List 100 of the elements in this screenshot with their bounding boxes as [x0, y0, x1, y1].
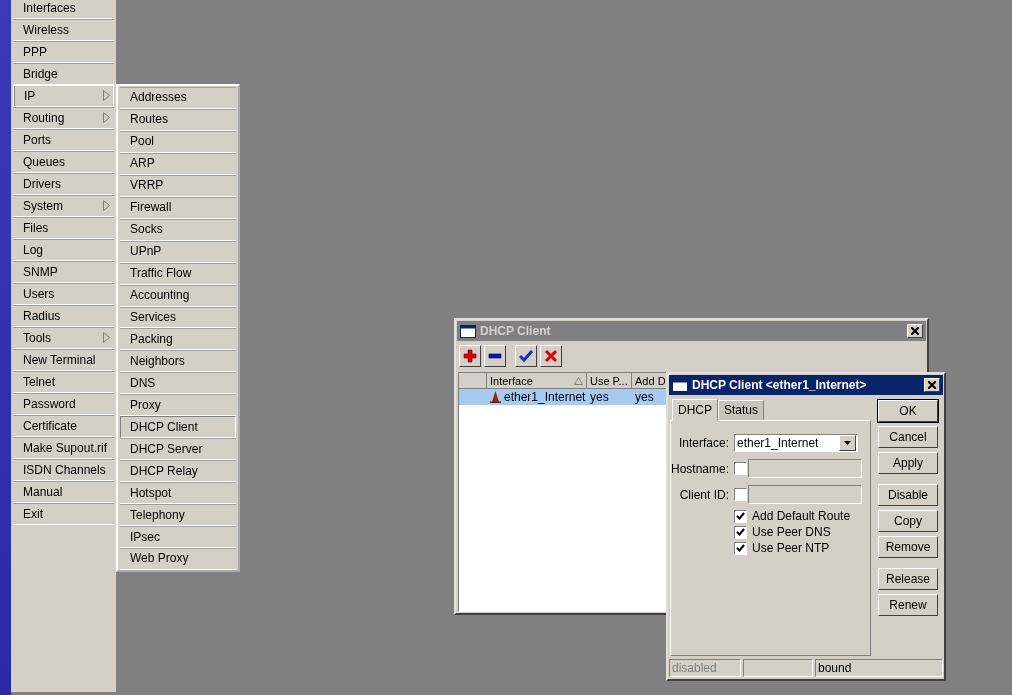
close-icon — [911, 327, 919, 335]
menu-item[interactable]: Ports — [13, 129, 114, 151]
window-icon — [460, 324, 476, 338]
menu-item[interactable]: Wireless — [13, 19, 114, 41]
menu-item[interactable]: UPnP — [120, 240, 236, 263]
close-icon — [928, 381, 936, 389]
checkbox[interactable] — [734, 541, 747, 555]
input-field[interactable] — [748, 485, 862, 504]
dialog-button[interactable]: Cancel — [878, 426, 938, 448]
submenu-arrow-icon — [103, 90, 110, 101]
menu-item[interactable]: Files — [13, 217, 114, 239]
window-icon — [672, 378, 688, 392]
menu-item[interactable]: Services — [120, 306, 236, 329]
menu-item[interactable]: DHCP Server — [120, 438, 236, 461]
menu-item[interactable]: Manual — [13, 481, 114, 503]
remove-button[interactable] — [484, 345, 506, 367]
menu-item[interactable]: Routes — [120, 108, 236, 131]
menu-item[interactable]: Drivers — [13, 173, 114, 195]
dialog-button[interactable]: OK — [878, 400, 938, 422]
menu-item[interactable]: Password — [13, 393, 114, 415]
menu-item[interactable]: Traffic Flow — [120, 262, 236, 285]
close-button[interactable] — [907, 324, 923, 338]
menu-item[interactable]: ARP — [120, 152, 236, 175]
field-label: Client ID: — [678, 487, 729, 502]
check-icon — [519, 349, 533, 363]
menu-item[interactable]: Web Proxy — [120, 548, 236, 570]
menu-item[interactable]: Routing — [13, 107, 114, 129]
window-title: DHCP Client — [480, 324, 552, 338]
status-text: bound — [815, 659, 943, 677]
cross-button[interactable] — [540, 345, 562, 367]
menu-item[interactable]: Log — [13, 239, 114, 261]
interface-dropdown[interactable]: ether1_Internet — [734, 434, 858, 452]
dialog-button[interactable]: Renew — [878, 594, 938, 616]
menu-item[interactable]: Socks — [120, 218, 236, 241]
submenu-arrow-icon — [103, 200, 110, 211]
menu-item[interactable]: Telnet — [13, 371, 114, 393]
dialog-button[interactable]: Disable — [878, 484, 938, 506]
menu-item[interactable]: Accounting — [120, 284, 236, 307]
menu-item[interactable]: Addresses — [120, 87, 236, 109]
menu-item[interactable]: Make Supout.rif — [13, 437, 114, 459]
add-icon — [463, 349, 477, 363]
menu-item[interactable]: Exit — [13, 503, 114, 525]
sort-icon — [574, 376, 583, 385]
column-header[interactable]: Interface — [487, 373, 587, 389]
dialog-button[interactable]: Copy — [878, 510, 938, 532]
check-button[interactable] — [515, 345, 537, 367]
field-label: Hostname: — [671, 461, 729, 476]
menu-item[interactable]: Tools — [13, 327, 114, 349]
window-title: DHCP Client <ether1_Internet> — [692, 378, 868, 392]
table-cell: yes — [635, 390, 654, 404]
menu-item[interactable]: Telephony — [120, 504, 236, 527]
menu-item[interactable]: SNMP — [13, 261, 114, 283]
menu-item[interactable]: ISDN Channels — [13, 459, 114, 481]
menu-item[interactable]: Certificate — [13, 415, 114, 437]
menu-item[interactable]: System — [13, 195, 114, 217]
field-label: Interface: — [677, 436, 729, 450]
menu-item[interactable]: Proxy — [120, 394, 236, 417]
input-field[interactable] — [748, 459, 862, 478]
menu-item[interactable]: New Terminal — [13, 349, 114, 371]
menu-item[interactable]: PPP — [13, 41, 114, 63]
dropdown-arrow-icon — [844, 441, 851, 445]
checkbox[interactable] — [734, 488, 747, 501]
menu-item[interactable]: Pool — [120, 130, 236, 153]
close-button[interactable] — [924, 378, 940, 392]
checkbox-label: Add Default Route — [752, 509, 851, 523]
table-cell: yes — [590, 390, 609, 404]
menu-item[interactable]: IP — [13, 85, 114, 107]
tab[interactable]: Status — [718, 400, 765, 420]
submenu-arrow-icon — [103, 332, 110, 343]
menu-item[interactable]: DHCP Client — [120, 416, 236, 439]
checkbox[interactable] — [734, 509, 747, 523]
checkbox-label: Use Peer NTP — [752, 541, 830, 555]
cross-icon — [544, 349, 558, 363]
tab[interactable]: DHCP — [672, 399, 718, 421]
checkbox[interactable] — [734, 462, 747, 475]
menu-item[interactable]: Neighbors — [120, 350, 236, 373]
status-text: disabled — [669, 659, 741, 677]
menu-item[interactable]: DNS — [120, 372, 236, 395]
cone-icon — [490, 391, 501, 403]
menu-item[interactable]: Interfaces — [13, 0, 114, 19]
status-cell — [743, 659, 813, 677]
menu-item[interactable]: Packing — [120, 328, 236, 351]
dialog-button[interactable]: Apply — [878, 452, 938, 474]
menu-item[interactable]: Firewall — [120, 196, 236, 219]
submenu-arrow-icon — [103, 112, 110, 123]
menu-item[interactable]: DHCP Relay — [120, 460, 236, 483]
checkbox[interactable] — [734, 525, 747, 539]
table-cell: ether1_Internet — [504, 390, 586, 404]
menu-item[interactable]: Users — [13, 283, 114, 305]
menu-item[interactable]: VRRP — [120, 174, 236, 197]
checkbox-label: Use Peer DNS — [752, 525, 831, 539]
menu-item[interactable]: Bridge — [13, 63, 114, 85]
menu-item[interactable]: Radius — [13, 305, 114, 327]
add-button[interactable] — [459, 345, 481, 367]
dialog-button[interactable]: Release — [878, 568, 938, 590]
menu-item[interactable]: Queues — [13, 151, 114, 173]
column-header[interactable]: Use P... — [587, 373, 632, 389]
menu-item[interactable]: Hotspot — [120, 482, 236, 505]
menu-item[interactable]: IPsec — [120, 526, 236, 548]
dialog-button[interactable]: Remove — [878, 536, 938, 558]
